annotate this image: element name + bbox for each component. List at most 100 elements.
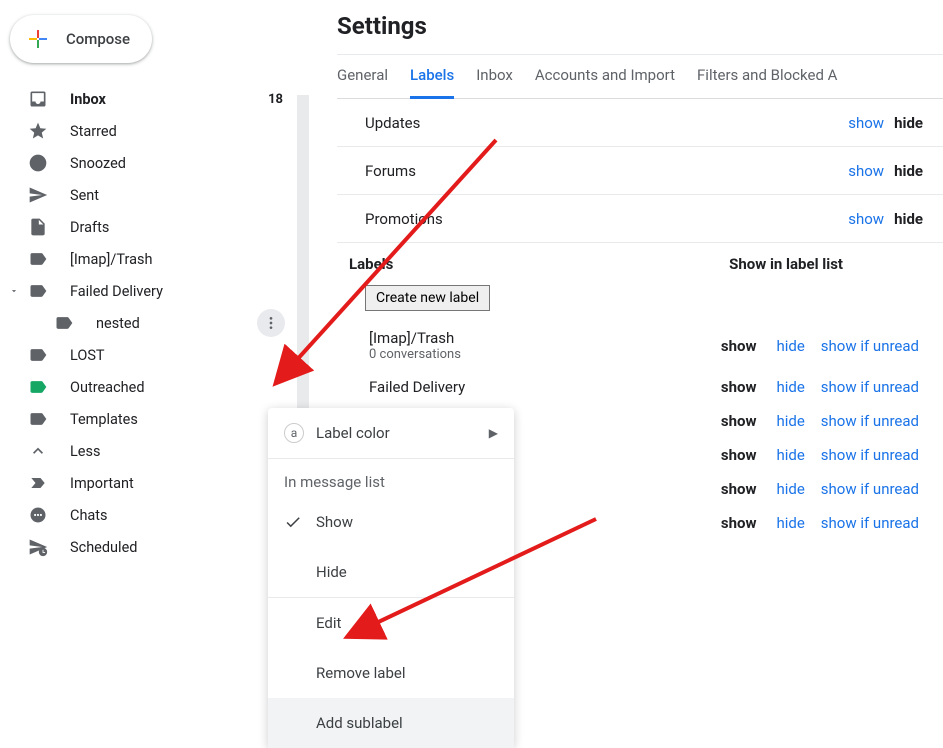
draft-icon: [28, 217, 48, 237]
hide-link[interactable]: hide: [894, 210, 923, 228]
hide-link[interactable]: hide: [894, 114, 923, 132]
expand-icon[interactable]: [8, 285, 20, 297]
sidebar-item-starred[interactable]: Starred: [0, 115, 297, 147]
show-if-unread-action[interactable]: show if unread: [821, 446, 943, 464]
show-if-unread-action[interactable]: show if unread: [821, 337, 943, 355]
compose-button[interactable]: Compose: [10, 15, 152, 63]
category-name: Promotions: [365, 210, 848, 228]
menu-add-sublabel[interactable]: Add sublabel: [268, 698, 514, 748]
sidebar: Compose Inbox18 Starred Snoozed Sent Drafts […: [0, 0, 297, 717]
tab-labels[interactable]: Labels: [410, 55, 454, 99]
show-action[interactable]: show: [717, 514, 761, 532]
label-green-icon: [28, 377, 48, 397]
sidebar-item-label: Scheduled: [70, 539, 297, 556]
label-row: [Imap]/Trash0 conversations show hide show …: [349, 321, 943, 370]
show-if-unread-action[interactable]: show if unread: [821, 480, 943, 498]
compose-label: Compose: [66, 30, 130, 48]
sidebar-item-label: Inbox: [70, 91, 268, 108]
hide-link[interactable]: hide: [894, 162, 923, 180]
show-link[interactable]: show: [848, 114, 884, 132]
show-action[interactable]: show: [717, 337, 761, 355]
sidebar-item-label: Important: [70, 475, 297, 492]
category-row: Forumsshow hide: [337, 147, 943, 195]
label-subtext: 0 conversations: [369, 347, 705, 362]
sidebar-item-templates[interactable]: Templates: [0, 403, 297, 435]
tab-inbox[interactable]: Inbox: [476, 55, 513, 98]
label-icon: [28, 249, 48, 269]
sidebar-item-label: Chats: [70, 507, 297, 524]
label-name: [Imap]/Trash: [369, 329, 705, 347]
scheduled-icon: [28, 537, 48, 557]
labels-column-header: Show in label list: [729, 255, 943, 273]
sidebar-item-label: [Imap]/Trash: [70, 251, 297, 268]
hide-action[interactable]: hide: [772, 446, 808, 464]
sidebar-item-failed-delivery[interactable]: Failed Delivery: [0, 275, 297, 307]
hide-action[interactable]: hide: [772, 378, 808, 396]
label-icon: [28, 281, 48, 301]
clock-icon: [28, 153, 48, 173]
label-icon: [28, 409, 48, 429]
category-row: Updatesshow hide: [337, 99, 943, 147]
show-if-unread-action[interactable]: show if unread: [821, 514, 943, 532]
menu-edit[interactable]: Edit: [268, 598, 514, 648]
hide-action[interactable]: hide: [772, 337, 808, 355]
sidebar-item-lost[interactable]: LOST: [0, 339, 297, 371]
sidebar-item-label: Outreached: [70, 379, 297, 396]
sidebar-item-label: Snoozed: [70, 155, 297, 172]
sidebar-item-important[interactable]: Important: [0, 467, 297, 499]
sidebar-item-less[interactable]: Less: [0, 435, 297, 467]
tab-general[interactable]: General: [337, 55, 388, 98]
sidebar-item-label: Starred: [70, 123, 297, 140]
page-title: Settings: [337, 12, 943, 40]
settings-tabs: General Labels Inbox Accounts and Import Fil…: [337, 55, 943, 99]
labels-section-title: Labels: [349, 255, 393, 273]
compose-plus-icon: [22, 23, 54, 55]
less-icon: [28, 441, 48, 461]
sidebar-item-label: Drafts: [70, 219, 297, 236]
menu-remove-label[interactable]: Remove label: [268, 648, 514, 698]
categories-list: UpdatesshowhideForumsshowhidePromotionss…: [337, 99, 943, 243]
category-row: Promotionsshow hide: [337, 195, 943, 243]
menu-show[interactable]: Show: [268, 497, 514, 547]
sidebar-item-drafts[interactable]: Drafts: [0, 211, 297, 243]
sidebar-item-chats[interactable]: Chats: [0, 499, 297, 531]
sidebar-item-sent[interactable]: Sent: [0, 179, 297, 211]
menu-section-header: In message list: [268, 459, 514, 497]
category-name: Updates: [365, 114, 848, 132]
submenu-arrow-icon: ▶: [489, 426, 498, 440]
more-options-icon[interactable]: [257, 309, 285, 337]
create-new-label-button[interactable]: Create new label: [365, 285, 490, 311]
sidebar-item-label: Sent: [70, 187, 297, 204]
show-link[interactable]: show: [848, 162, 884, 180]
show-link[interactable]: show: [848, 210, 884, 228]
menu-hide[interactable]: Hide: [268, 547, 514, 597]
show-action[interactable]: show: [717, 480, 761, 498]
tab-accounts-and-import[interactable]: Accounts and Import: [535, 55, 675, 98]
show-action[interactable]: show: [717, 412, 761, 430]
label-row: Failed Deliveryshowhideshow if unread: [349, 370, 943, 404]
show-action[interactable]: show: [717, 378, 761, 396]
show-if-unread-action[interactable]: show if unread: [821, 412, 943, 430]
sidebar-item-scheduled[interactable]: Scheduled: [0, 531, 297, 563]
sidebar-item-snoozed[interactable]: Snoozed: [0, 147, 297, 179]
menu-label-color[interactable]: a Label color ▶: [268, 408, 514, 458]
sidebar-item--imap-trash[interactable]: [Imap]/Trash: [0, 243, 297, 275]
sidebar-item-label: nested: [96, 315, 257, 332]
color-badge-icon: a: [284, 423, 304, 443]
show-action[interactable]: show: [717, 446, 761, 464]
hide-action[interactable]: hide: [772, 412, 808, 430]
sidebar-item-outreached[interactable]: Outreached: [0, 371, 297, 403]
check-icon: [284, 513, 308, 531]
sidebar-item-label: Templates: [70, 411, 297, 428]
hide-action[interactable]: hide: [772, 480, 808, 498]
hide-action[interactable]: hide: [772, 514, 808, 532]
show-if-unread-action[interactable]: show if unread: [821, 378, 943, 396]
sidebar-item-inbox[interactable]: Inbox18: [0, 83, 297, 115]
category-name: Forums: [365, 162, 848, 180]
tab-filters-and-blocked-a[interactable]: Filters and Blocked A: [697, 55, 837, 98]
send-icon: [28, 185, 48, 205]
label-icon: [54, 313, 74, 333]
sidebar-item-nested[interactable]: nested: [0, 307, 297, 339]
chats-icon: [28, 505, 48, 525]
sidebar-item-label: LOST: [70, 347, 297, 364]
